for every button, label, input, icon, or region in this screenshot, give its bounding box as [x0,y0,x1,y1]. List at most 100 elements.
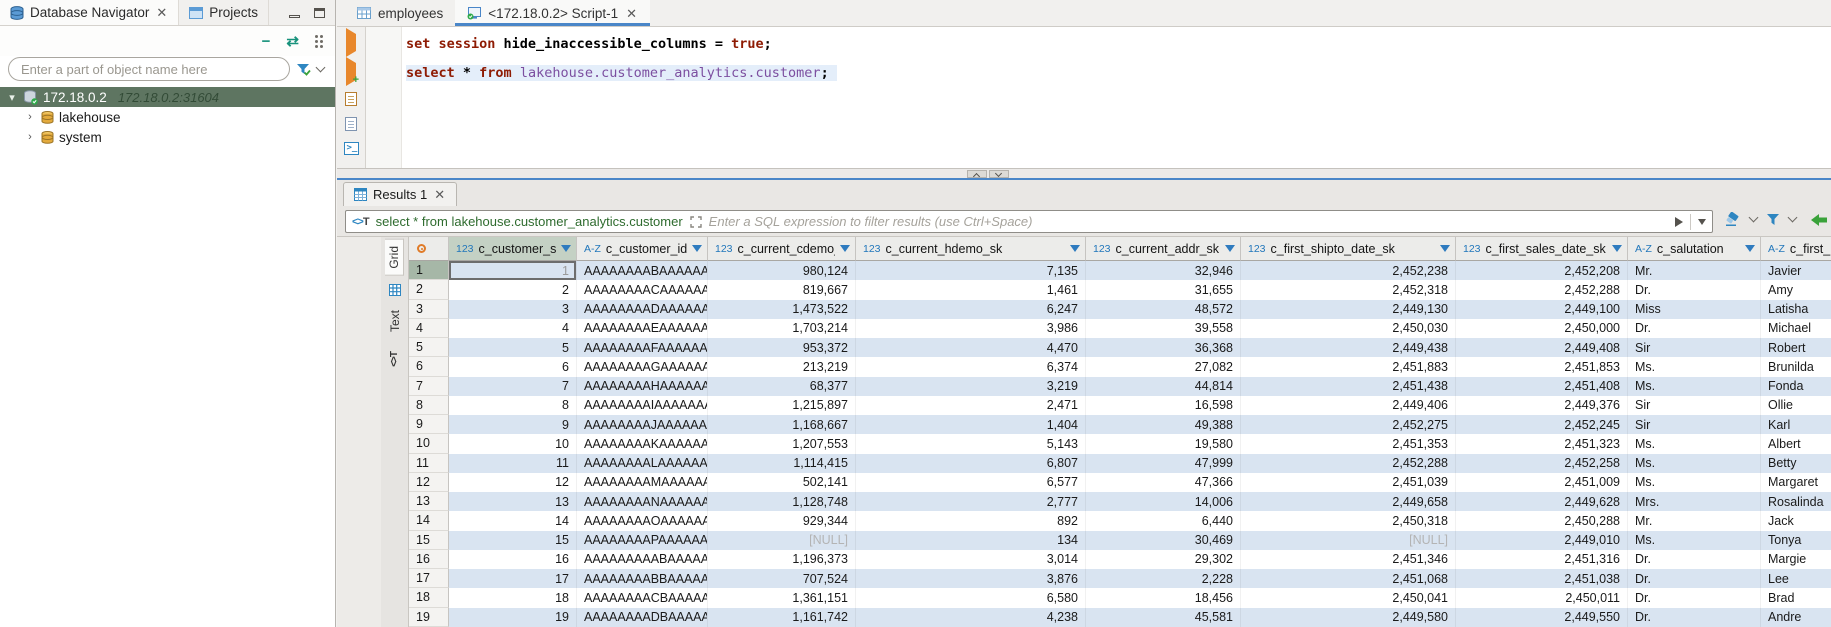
table-cell[interactable]: Sir [1628,396,1761,415]
table-cell[interactable]: Brunilda [1761,357,1831,376]
table-cell[interactable]: 14 [449,511,577,530]
table-cell[interactable]: 2,451,883 [1241,357,1456,376]
apply-filter-icon[interactable] [1675,217,1683,227]
table-cell[interactable]: Miss [1628,300,1761,319]
table-cell[interactable]: 5 [449,338,577,357]
table-cell[interactable]: 2,449,438 [1241,338,1456,357]
chevron-right-icon[interactable]: › [24,111,36,123]
table-cell[interactable]: 502,141 [708,473,856,492]
column-dropdown-icon[interactable] [692,245,702,252]
table-cell[interactable]: 31,655 [1086,280,1241,299]
table-cell[interactable]: 19 [449,608,577,627]
table-cell[interactable]: Lee [1761,569,1831,588]
table-cell[interactable]: 2,452,318 [1241,280,1456,299]
table-cell[interactable]: Amy [1761,280,1831,299]
table-cell[interactable]: 3,219 [856,377,1086,396]
table-cell[interactable]: AAAAAAAACAAAAAAA [577,280,708,299]
table-cell[interactable]: 14,006 [1086,492,1241,511]
table-cell[interactable]: 2,449,130 [1241,300,1456,319]
maximize-icon[interactable] [314,8,325,18]
minimize-icon[interactable] [289,15,300,18]
row-number[interactable]: 8 [409,396,449,415]
sql-line[interactable]: select * from lakehouse.customer_analyti… [406,59,1831,88]
column-dropdown-icon[interactable] [561,245,571,252]
row-number[interactable]: 1 [409,261,449,280]
execute-script-icon[interactable] [345,92,357,106]
table-cell[interactable]: 2,450,041 [1241,588,1456,607]
sidebar-tab-database-navigator[interactable]: Database Navigator✕ [0,0,179,25]
table-cell[interactable]: 15 [449,531,577,550]
filter-history-dropdown-icon[interactable] [1698,219,1706,225]
row-number[interactable]: 17 [409,569,449,588]
column-header-c_first_shipto_date_sk[interactable]: 123c_first_shipto_date_sk [1241,237,1456,261]
table-cell[interactable]: Sir [1628,338,1761,357]
table-cell[interactable]: 2,451,353 [1241,434,1456,453]
table-cell[interactable]: 2,449,406 [1241,396,1456,415]
table-cell[interactable]: 2,228 [1086,569,1241,588]
column-header-c_current_hdemo_sk[interactable]: 123c_current_hdemo_sk [856,237,1086,261]
table-cell[interactable]: 30,469 [1086,531,1241,550]
table-cell[interactable]: 6,247 [856,300,1086,319]
table-cell[interactable]: Ms. [1628,531,1761,550]
table-cell[interactable]: 2,449,100 [1456,300,1628,319]
chevron-right-icon[interactable]: › [24,131,36,143]
row-number[interactable]: 5 [409,338,449,357]
table-cell[interactable]: 3 [449,300,577,319]
table-cell[interactable]: AAAAAAAAPAAAAAAA [577,531,708,550]
table-cell[interactable]: 19,580 [1086,434,1241,453]
table-cell[interactable]: 2,451,853 [1456,357,1628,376]
column-header-c_current_cdemo_sk[interactable]: 123c_current_cdemo_sk [708,237,856,261]
row-number[interactable]: 11 [409,454,449,473]
table-cell[interactable]: 2,450,011 [1456,588,1628,607]
table-cell[interactable]: 6,374 [856,357,1086,376]
table-cell[interactable]: 49,388 [1086,415,1241,434]
sql-line[interactable]: set session hide_inaccessible_columns = … [406,30,1831,59]
column-dropdown-icon[interactable] [840,245,850,252]
tab-grid[interactable]: Grid [385,239,404,276]
table-cell[interactable]: AAAAAAAAGAAAAAAA [577,357,708,376]
table-cell[interactable]: 16 [449,550,577,569]
table-cell[interactable]: 68,377 [708,377,856,396]
table-cell[interactable]: AAAAAAAACBAAAAAA [577,588,708,607]
table-cell[interactable]: 2,449,408 [1456,338,1628,357]
table-cell[interactable]: 2,449,010 [1456,531,1628,550]
table-cell[interactable]: 47,999 [1086,454,1241,473]
table-cell[interactable]: 6,580 [856,588,1086,607]
table-cell[interactable]: 1,473,522 [708,300,856,319]
row-number[interactable]: 14 [409,511,449,530]
row-number[interactable]: 10 [409,434,449,453]
close-icon[interactable]: ✕ [155,6,168,19]
table-cell[interactable]: Dr. [1628,569,1761,588]
table-cell[interactable]: 2,451,438 [1241,377,1456,396]
table-cell[interactable]: 134 [856,531,1086,550]
table-cell[interactable]: 3,986 [856,319,1086,338]
column-dropdown-icon[interactable] [1745,245,1755,252]
table-cell[interactable]: Dr. [1628,319,1761,338]
table-cell[interactable]: AAAAAAAADBAAAAAA [577,608,708,627]
tab-results-1[interactable]: Results 1 ✕ [343,182,457,206]
row-number[interactable]: 18 [409,588,449,607]
column-dropdown-icon[interactable] [1612,245,1622,252]
table-cell[interactable]: 2,471 [856,396,1086,415]
row-number[interactable]: 6 [409,357,449,376]
table-cell[interactable]: AAAAAAAAABAAAAAA [577,550,708,569]
table-cell[interactable]: Fonda [1761,377,1831,396]
table-cell[interactable]: 1 [449,261,577,280]
table-cell[interactable]: AAAAAAAADAAAAAAA [577,300,708,319]
table-cell[interactable]: 2,449,376 [1456,396,1628,415]
table-cell[interactable]: 2,452,245 [1456,415,1628,434]
table-cell[interactable]: Latisha [1761,300,1831,319]
table-cell[interactable]: Ollie [1761,396,1831,415]
editor-results-splitter[interactable] [337,168,1831,178]
table-cell[interactable]: 16,598 [1086,396,1241,415]
table-cell[interactable]: Javier [1761,261,1831,280]
table-cell[interactable]: AAAAAAAAKAAAAAAA [577,434,708,453]
table-cell[interactable]: 32,946 [1086,261,1241,280]
table-cell[interactable]: 213,219 [708,357,856,376]
table-cell[interactable]: AAAAAAAABBAAAAAA [577,569,708,588]
sidebar-tab-projects[interactable]: Projects [179,0,269,25]
table-cell[interactable]: Dr. [1628,280,1761,299]
table-cell[interactable]: Betty [1761,454,1831,473]
table-cell[interactable]: 2,451,346 [1241,550,1456,569]
table-cell[interactable]: Dr. [1628,608,1761,627]
